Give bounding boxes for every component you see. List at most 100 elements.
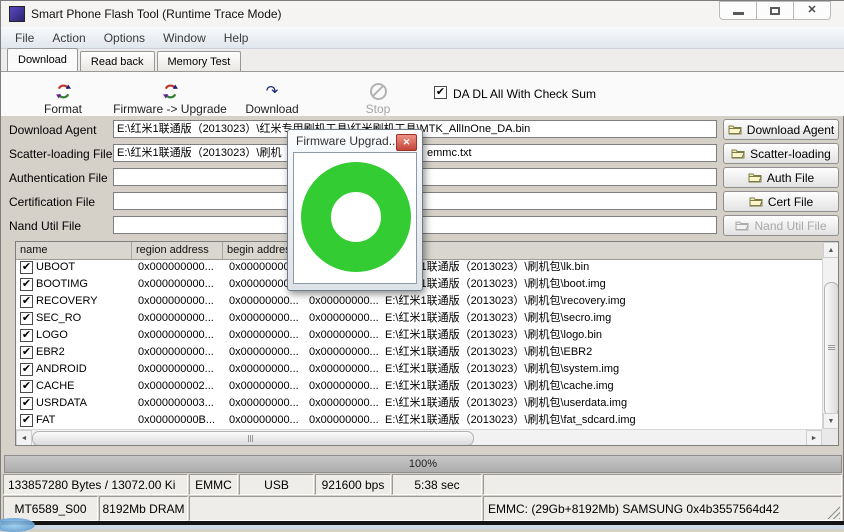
resize-grip[interactable]: [827, 506, 840, 519]
status-emmc-info: EMMC: (29Gb+8192Mb) SAMSUNG 0x4b3557564d…: [483, 496, 842, 521]
download-button[interactable]: ↷ Download: [232, 83, 312, 116]
row-checkbox[interactable]: ✔: [20, 363, 33, 376]
tab-read-back[interactable]: Read back: [80, 51, 155, 71]
vertical-scrollbar[interactable]: ▲ ▼: [822, 242, 838, 429]
minimize-icon: [733, 12, 744, 15]
check-icon: ✔: [22, 347, 31, 358]
nand-util-label: Nand Util File: [9, 219, 81, 233]
cell-name: CACHE: [36, 378, 130, 395]
scatter-loading-button[interactable]: Scatter-loading: [723, 143, 839, 164]
cell-name: BOOTIMG: [36, 276, 130, 293]
header-location[interactable]: [381, 242, 822, 259]
cell-region: 0x000000000...: [138, 327, 222, 344]
format-refresh-icon: [56, 83, 71, 100]
checksum-checkbox[interactable]: ✔: [434, 86, 447, 99]
tab-memory-test[interactable]: Memory Test: [157, 51, 242, 71]
menu-file[interactable]: File: [6, 31, 43, 45]
cell-region: 0x000000003...: [138, 395, 222, 412]
table-row-logo[interactable]: ✔ LOGO 0x000000000... 0x00000000... 0x00…: [16, 327, 822, 344]
table-row-android[interactable]: ✔ ANDROID 0x000000000... 0x00000000... 0…: [16, 361, 822, 378]
close-icon: ✕: [403, 138, 411, 147]
row-checkbox[interactable]: ✔: [20, 312, 33, 325]
menu-window[interactable]: Window: [154, 31, 215, 45]
cell-region: 0x000000000...: [138, 293, 222, 310]
scroll-up-button[interactable]: ▲: [823, 242, 839, 258]
menu-options[interactable]: Options: [95, 31, 154, 45]
toolbar: Format Firmware -> Upgrade ↷ Download St…: [1, 71, 844, 116]
minimize-button[interactable]: [719, 1, 757, 20]
check-icon: ✔: [22, 415, 31, 426]
check-icon: ✔: [22, 381, 31, 392]
vertical-scroll-thumb[interactable]: [824, 282, 839, 416]
cell-begin: 0x00000000...: [229, 310, 305, 327]
app-icon: [9, 6, 25, 22]
firmware-upgrade-dialog: Firmware Upgrad... ✕: [287, 129, 423, 291]
close-button[interactable]: ✕: [793, 1, 831, 20]
status-dram: 8192Mb DRAM: [99, 496, 188, 521]
partition-table: name region address begin address ✔ UBOO…: [15, 241, 839, 446]
check-icon: ✔: [22, 296, 31, 307]
row-checkbox[interactable]: ✔: [20, 346, 33, 359]
header-name[interactable]: name: [16, 242, 132, 259]
table-row-recovery[interactable]: ✔ RECOVERY 0x000000000... 0x00000000... …: [16, 293, 822, 310]
scroll-right-button[interactable]: ►: [806, 430, 822, 446]
cell-name: RECOVERY: [36, 293, 130, 310]
header-region-address[interactable]: region address: [132, 242, 223, 259]
row-checkbox[interactable]: ✔: [20, 329, 33, 342]
cert-file-label: Certification File: [9, 195, 95, 209]
progress-bar: 100%: [4, 455, 842, 473]
folder-icon: [735, 220, 749, 231]
download-arrow-icon: ↷: [266, 83, 279, 100]
table-row-ebr2[interactable]: ✔ EBR2 0x000000000... 0x00000000... 0x00…: [16, 344, 822, 361]
bottom-light-band: [1, 525, 844, 529]
cell-region: 0x000000000...: [138, 344, 222, 361]
cell-end: 0x00000000...: [309, 344, 381, 361]
cell-end: 0x00000000...: [309, 310, 381, 327]
row-checkbox[interactable]: ✔: [20, 261, 33, 274]
nand-util-button: Nand Util File: [723, 215, 839, 236]
title-bar: Smart Phone Flash Tool (Runtime Trace Mo…: [1, 1, 844, 28]
scroll-down-button[interactable]: ▼: [823, 413, 839, 429]
cell-name: FAT: [36, 412, 130, 429]
scroll-left-button[interactable]: ◄: [16, 430, 32, 446]
maximize-icon: [770, 7, 780, 15]
download-agent-browse-button[interactable]: Download Agent: [723, 119, 839, 140]
tab-download[interactable]: Download: [7, 48, 78, 71]
cell-location: E:\红米1联通版（2013023）\刷机包\recovery.img: [385, 293, 822, 310]
auth-file-button[interactable]: Auth File: [723, 167, 839, 188]
table-row-cache[interactable]: ✔ CACHE 0x000000002... 0x00000000... 0x0…: [16, 378, 822, 395]
firmware-upgrade-button[interactable]: Firmware -> Upgrade: [109, 83, 231, 116]
row-checkbox[interactable]: ✔: [20, 295, 33, 308]
cert-file-button[interactable]: Cert File: [723, 191, 839, 212]
folder-icon: [731, 148, 745, 159]
status-storage-type: EMMC: [189, 474, 238, 495]
row-checkbox[interactable]: ✔: [20, 414, 33, 427]
table-row-fat[interactable]: ✔ FAT 0x00000000B... 0x00000000... 0x000…: [16, 412, 822, 429]
taskbar-peek-decoration: [0, 518, 35, 532]
row-checkbox[interactable]: ✔: [20, 278, 33, 291]
horizontal-scrollbar[interactable]: ◄ ►: [16, 429, 822, 445]
menu-action[interactable]: Action: [43, 31, 94, 45]
checksum-label: DA DL All With Check Sum: [453, 87, 596, 101]
cell-location: E:\红米1联通版（2013023）\刷机包\cache.img: [385, 378, 822, 395]
table-row-sec-ro[interactable]: ✔ SEC_RO 0x000000000... 0x00000000... 0x…: [16, 310, 822, 327]
status-connection: USB: [239, 474, 314, 495]
cell-begin: 0x00000000...: [229, 395, 305, 412]
cell-location: E:\红米1联通版（2013023）\刷机包\system.img: [385, 361, 822, 378]
scrollbar-corner: [822, 429, 838, 445]
maximize-button[interactable]: [756, 1, 794, 20]
progress-percent: 100%: [409, 458, 437, 470]
dialog-title: Firmware Upgrad...: [296, 134, 399, 148]
horizontal-scroll-thumb[interactable]: [32, 431, 474, 446]
dialog-close-button[interactable]: ✕: [396, 134, 417, 151]
tab-bar: Download Read back Memory Test: [1, 49, 844, 71]
row-checkbox[interactable]: ✔: [20, 380, 33, 393]
table-row-usrdata[interactable]: ✔ USRDATA 0x000000003... 0x00000000... 0…: [16, 395, 822, 412]
window-title: Smart Phone Flash Tool (Runtime Trace Mo…: [31, 7, 282, 21]
stop-icon: [370, 83, 387, 100]
close-icon: ✕: [807, 5, 816, 16]
menu-help[interactable]: Help: [215, 31, 258, 45]
format-button[interactable]: Format: [33, 83, 93, 116]
row-checkbox[interactable]: ✔: [20, 397, 33, 410]
progress-ring: [301, 162, 411, 272]
